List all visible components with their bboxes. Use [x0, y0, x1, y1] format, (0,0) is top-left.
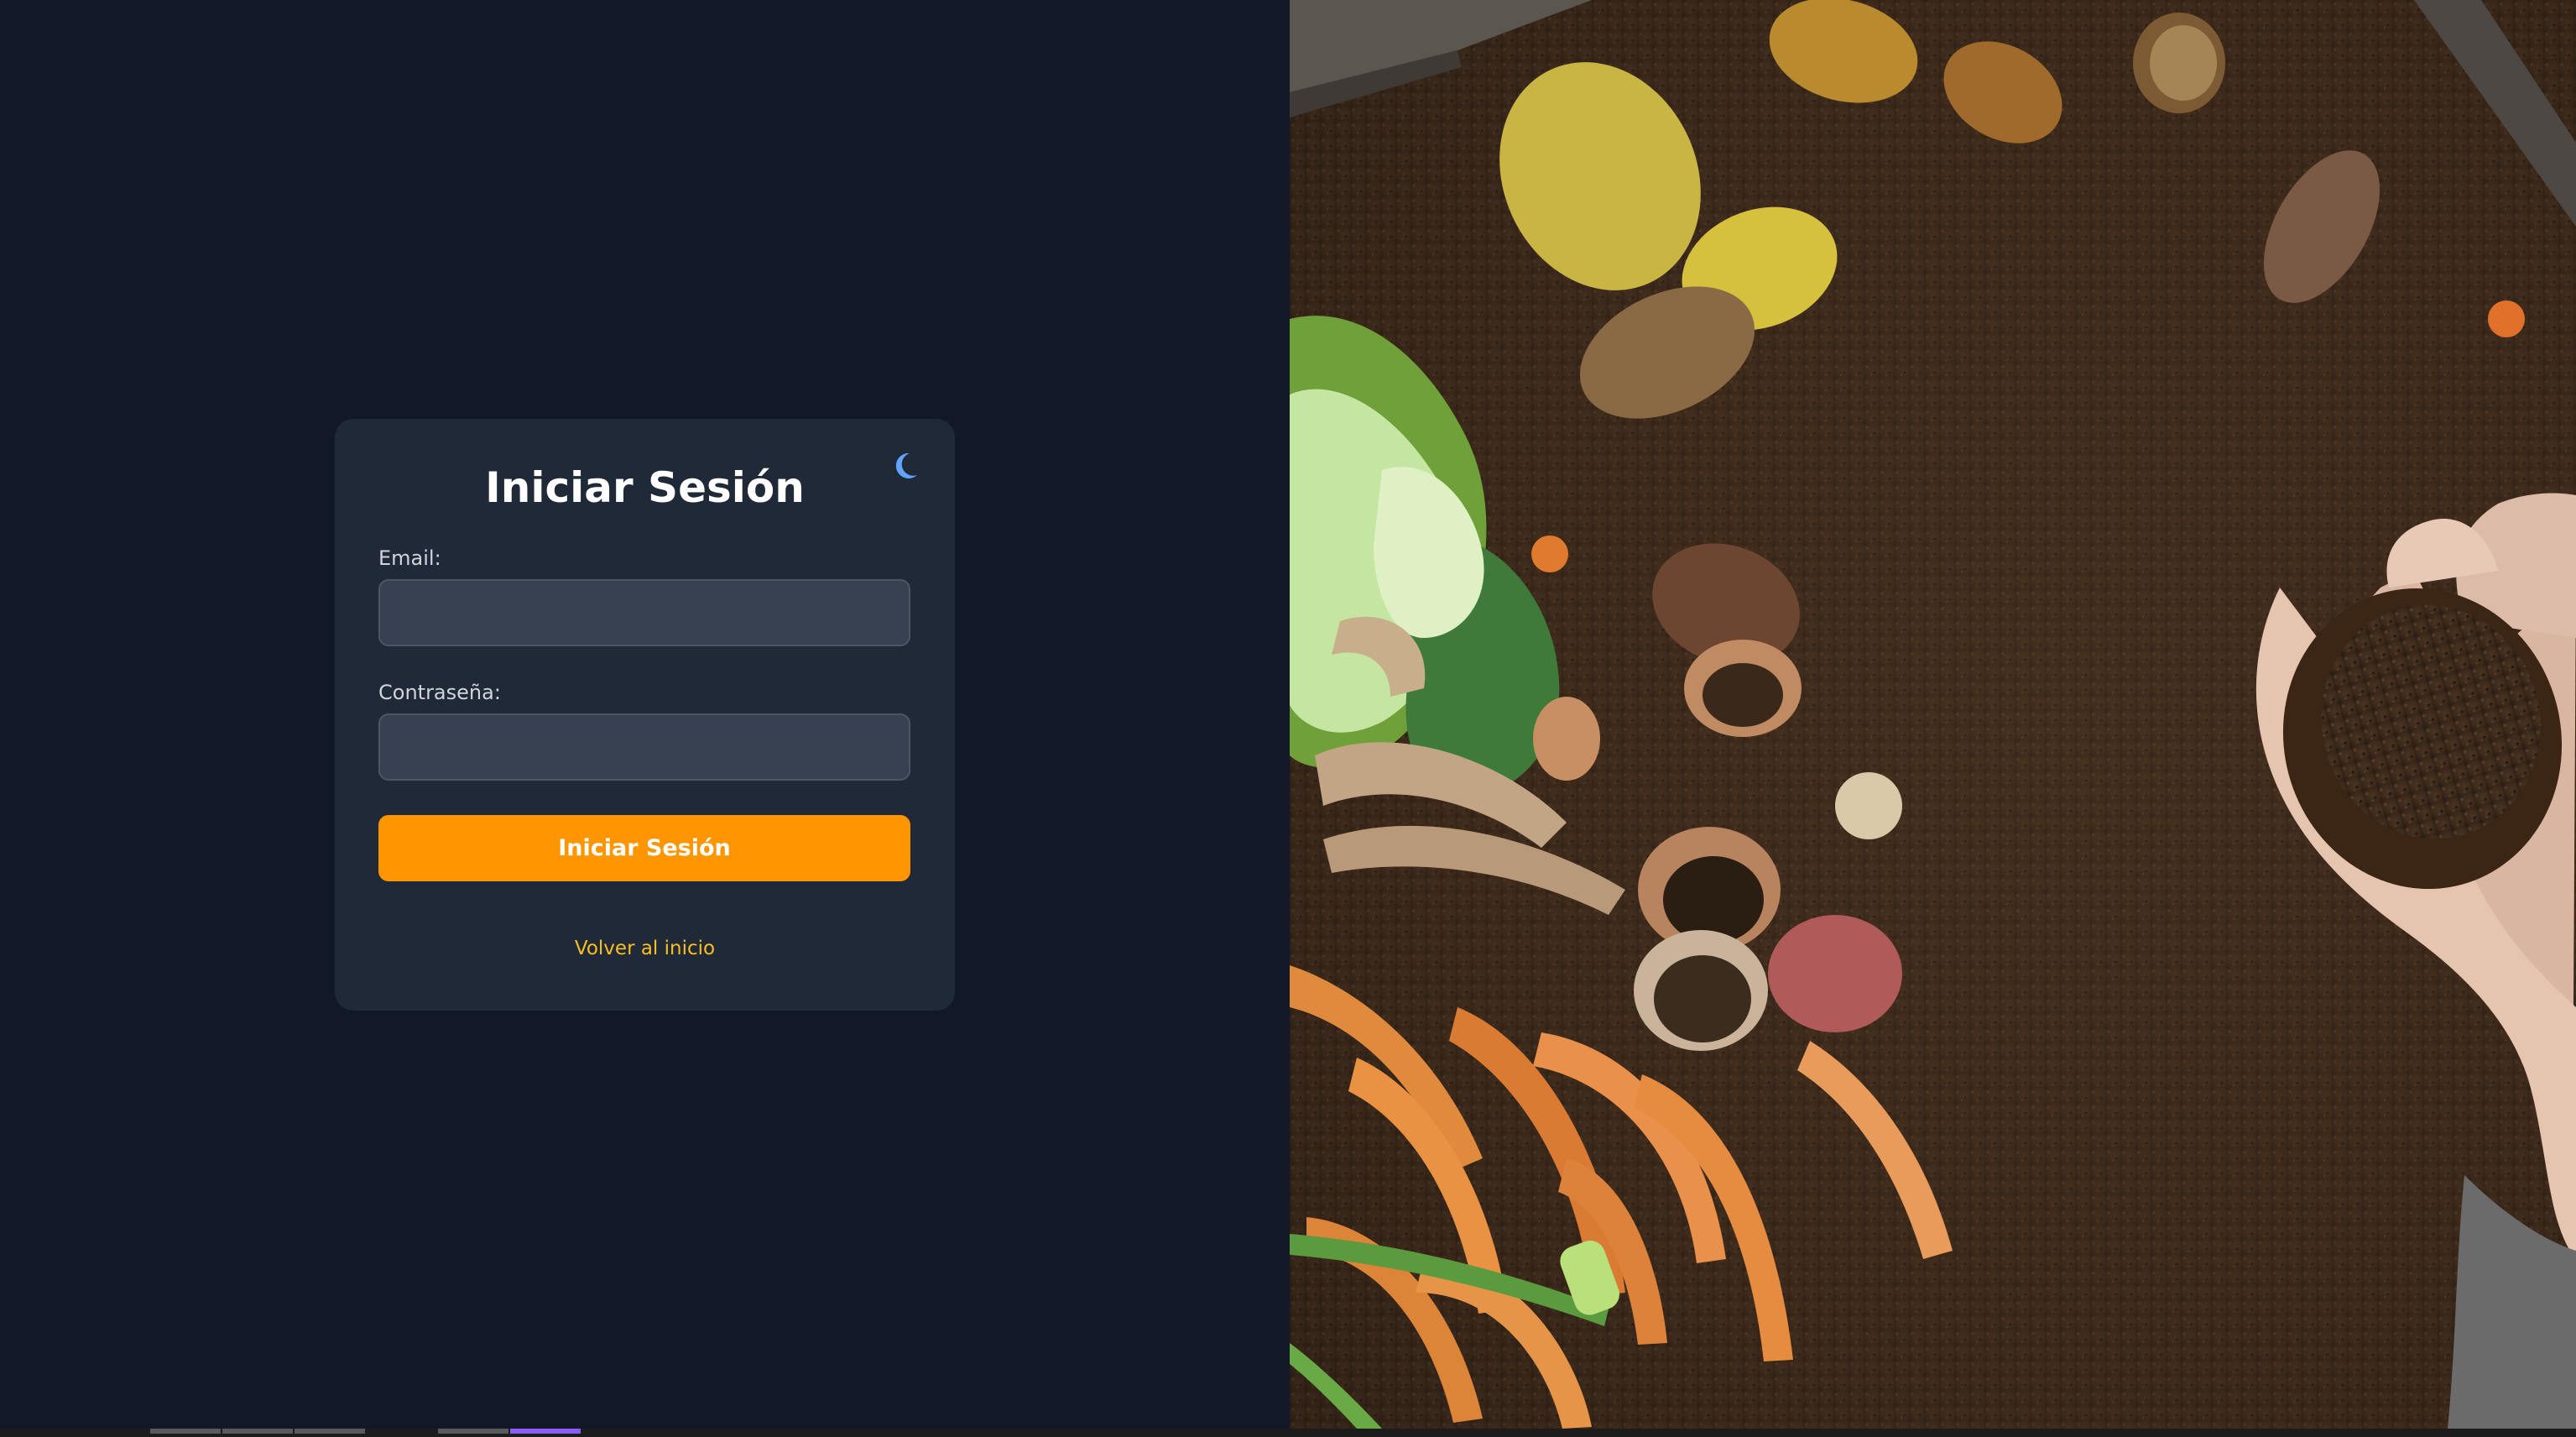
taskbar-item[interactable] — [150, 1429, 221, 1434]
email-label: Email: — [378, 546, 441, 570]
compost-hero-image — [1290, 0, 2576, 1429]
password-label: Contraseña: — [378, 681, 501, 704]
email-field[interactable] — [378, 579, 910, 646]
password-field[interactable] — [378, 713, 910, 781]
login-card: Iniciar Sesión Email: Contraseña: Inicia… — [335, 419, 955, 1011]
taskbar-item[interactable] — [438, 1429, 508, 1434]
login-panel: Iniciar Sesión Email: Contraseña: Inicia… — [0, 0, 1290, 1429]
login-title: Iniciar Sesión — [485, 463, 805, 512]
login-submit-button[interactable]: Iniciar Sesión — [378, 815, 910, 881]
compost-photo — [1290, 0, 2576, 1429]
taskbar-item[interactable] — [295, 1429, 365, 1434]
taskbar-item-active[interactable] — [510, 1429, 581, 1434]
taskbar-item[interactable] — [222, 1429, 293, 1434]
taskbar-strip — [0, 1429, 2576, 1437]
back-to-home-link[interactable]: Volver al inicio — [335, 935, 955, 962]
login-page: Iniciar Sesión Email: Contraseña: Inicia… — [0, 0, 2576, 1437]
